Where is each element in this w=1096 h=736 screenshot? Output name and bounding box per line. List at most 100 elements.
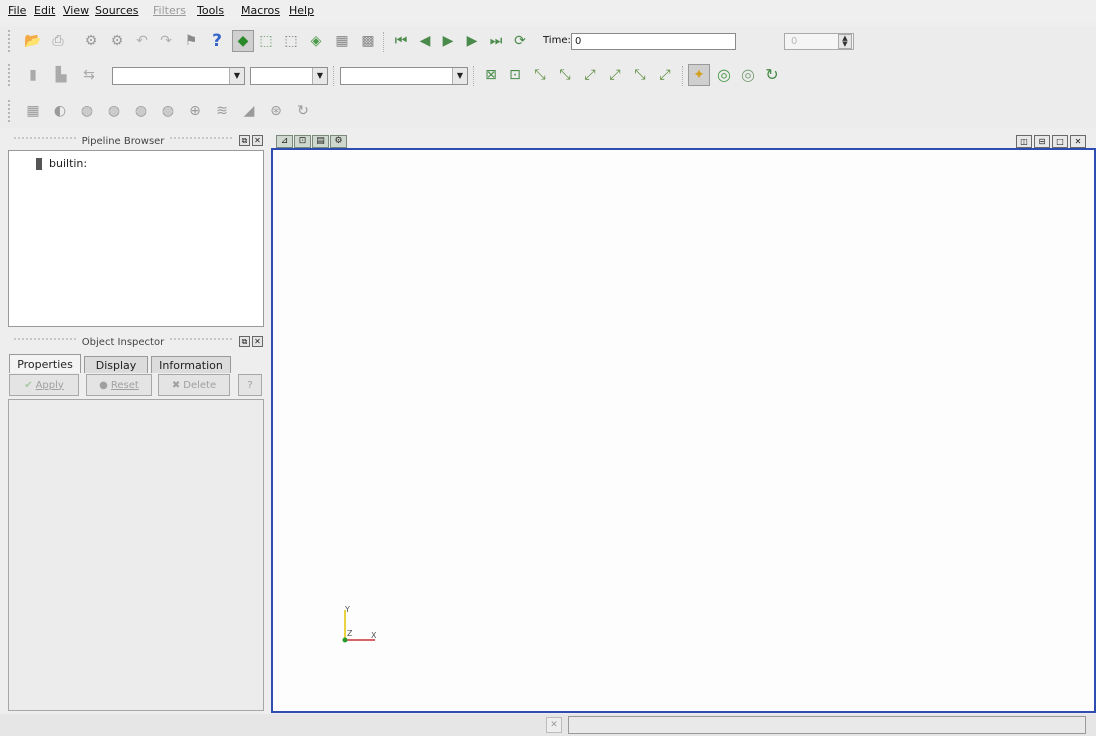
contour-icon[interactable]: ◐ (49, 100, 71, 122)
connect-icon[interactable]: ⚙ (80, 30, 102, 52)
server-icon (36, 158, 42, 170)
reset-icon: ● (99, 379, 108, 391)
loop-icon[interactable]: ⟳ (509, 30, 531, 52)
float-panel-icon[interactable]: ⧉ (239, 135, 250, 146)
extract-subset-icon[interactable]: ◍ (157, 100, 179, 122)
open-file-icon[interactable]: 📂 (22, 30, 44, 52)
clip-icon[interactable]: ◍ (76, 100, 98, 122)
group-datasets-icon[interactable]: ⊛ (265, 100, 287, 122)
view-plus-x-icon[interactable]: ⤡ (529, 64, 551, 86)
edit-color-map-icon[interactable]: ▙ (50, 64, 72, 86)
disconnect-icon[interactable]: ⚙ (106, 30, 128, 52)
last-frame-icon[interactable]: ⏭ (485, 30, 507, 52)
reset-center-icon[interactable]: ◎ (713, 64, 735, 86)
select-points-icon[interactable]: ⬚ (280, 30, 302, 52)
maximize-view-icon[interactable]: □ (1052, 135, 1068, 148)
reset-button[interactable]: ● Reset (86, 374, 152, 396)
toolbar-separator (383, 32, 386, 52)
object-inspector-title: Object Inspector (81, 336, 165, 348)
time-input[interactable]: 0 (571, 33, 736, 50)
tab-information[interactable]: Information (151, 356, 231, 373)
representation-combo[interactable]: ▼ (340, 67, 468, 85)
show-center-icon[interactable]: ✦ (688, 64, 710, 86)
rescale-range-icon[interactable]: ⇆ (78, 64, 100, 86)
help-button[interactable]: ? (238, 374, 262, 396)
grow-selection-icon[interactable]: ▩ (357, 30, 379, 52)
toolbar-grip[interactable] (8, 64, 16, 86)
render-view[interactable]: Y Z X (271, 148, 1096, 713)
close-panel-icon[interactable]: ✕ (252, 336, 263, 347)
view-camera-icon[interactable]: ▤ (312, 135, 329, 148)
previous-frame-icon[interactable]: ◀ (414, 30, 436, 52)
delete-button[interactable]: ✖ Delete (158, 374, 230, 396)
z-axis-label: Z (347, 629, 353, 638)
pick-center-icon[interactable]: ◎ (737, 64, 759, 86)
warp-by-vector-icon[interactable]: ◢ (238, 100, 260, 122)
apply-button[interactable]: ✔ Apply (9, 374, 79, 396)
pipeline-browser-title-bar[interactable]: Pipeline Browser (8, 133, 238, 149)
pipeline-browser[interactable]: builtin: (8, 150, 264, 327)
component-combo[interactable]: ▼ (250, 67, 328, 85)
slice-icon[interactable]: ◍ (103, 100, 125, 122)
progress-abort-icon[interactable]: ✕ (546, 717, 562, 733)
toolbar-grip[interactable] (8, 30, 16, 52)
view-minus-y-icon[interactable]: ⤢ (604, 64, 626, 86)
calculator-icon[interactable]: ▦ (22, 100, 44, 122)
view-capture-icon[interactable]: ⊿ (276, 135, 293, 148)
view-minus-x-icon[interactable]: ⤡ (554, 64, 576, 86)
apply-label: Apply (35, 379, 64, 391)
select-cells-icon[interactable]: ⬚ (255, 30, 277, 52)
spin-arrows-icon[interactable]: ▲ ▼ (838, 34, 852, 49)
extract-level-icon[interactable]: ↻ (292, 100, 314, 122)
menu-macros[interactable]: Macros (241, 4, 280, 17)
save-state-icon[interactable]: ⎙ (47, 30, 69, 52)
view-settings-icon[interactable]: ⚙ (330, 135, 347, 148)
pipeline-item-builtin[interactable]: builtin: (49, 157, 87, 170)
chevron-down-icon: ▼ (229, 68, 244, 84)
rotation-center-icon[interactable]: ↻ (761, 64, 783, 86)
help-icon[interactable]: ? (206, 30, 228, 52)
split-horizontal-icon[interactable]: ◫ (1016, 135, 1032, 148)
split-vertical-icon[interactable]: ⊟ (1034, 135, 1050, 148)
title-dots (14, 338, 76, 346)
menu-sources[interactable]: Sources (95, 4, 139, 17)
reset-camera-icon[interactable]: ⊠ (480, 64, 502, 86)
play-icon[interactable]: ▶ (437, 30, 459, 52)
threshold-icon[interactable]: ◍ (130, 100, 152, 122)
undo-icon[interactable]: ↶ (131, 30, 153, 52)
close-view-icon[interactable]: ✕ (1070, 135, 1086, 148)
menu-edit[interactable]: Edit (34, 4, 55, 17)
view-plus-z-icon[interactable]: ⤡ (629, 64, 651, 86)
stream-tracer-icon[interactable]: ≋ (211, 100, 233, 122)
first-frame-icon[interactable]: ⏮ (390, 30, 412, 52)
zoom-to-data-icon[interactable]: ⊡ (504, 64, 526, 86)
view-minus-z-icon[interactable]: ⤢ (654, 64, 676, 86)
object-inspector-title-bar[interactable]: Object Inspector (8, 334, 238, 350)
properties-panel (8, 399, 264, 711)
view-plus-y-icon[interactable]: ⤢ (579, 64, 601, 86)
menu-file[interactable]: File (8, 4, 26, 17)
color-legend-icon[interactable]: ▮ (22, 64, 44, 86)
tab-display[interactable]: Display (84, 356, 148, 373)
chevron-down-icon: ▼ (452, 68, 467, 84)
orientation-axes: Y Z X (342, 605, 377, 643)
chevron-down-icon: ▼ (312, 68, 327, 84)
title-dots (170, 137, 232, 145)
menu-view[interactable]: View (63, 4, 89, 17)
reset-session-icon[interactable]: ⚑ (180, 30, 202, 52)
menu-tools[interactable]: Tools (197, 4, 224, 17)
glyph-icon[interactable]: ⊕ (184, 100, 206, 122)
toolbar-grip[interactable] (8, 100, 16, 122)
interact-icon[interactable]: ◆ (232, 30, 254, 52)
next-frame-icon[interactable]: ▶ (461, 30, 483, 52)
menu-filters[interactable]: Filters (153, 4, 186, 17)
menu-help[interactable]: Help (289, 4, 314, 17)
close-panel-icon[interactable]: ✕ (252, 135, 263, 146)
color-by-combo[interactable]: ▼ (112, 67, 245, 85)
float-panel-icon[interactable]: ⧉ (239, 336, 250, 347)
select-block-icon[interactable]: ▦ (331, 30, 353, 52)
view-selection-icon[interactable]: ⊡ (294, 135, 311, 148)
redo-icon[interactable]: ↷ (155, 30, 177, 52)
tab-properties[interactable]: Properties (9, 354, 81, 373)
select-frustum-icon[interactable]: ◈ (305, 30, 327, 52)
